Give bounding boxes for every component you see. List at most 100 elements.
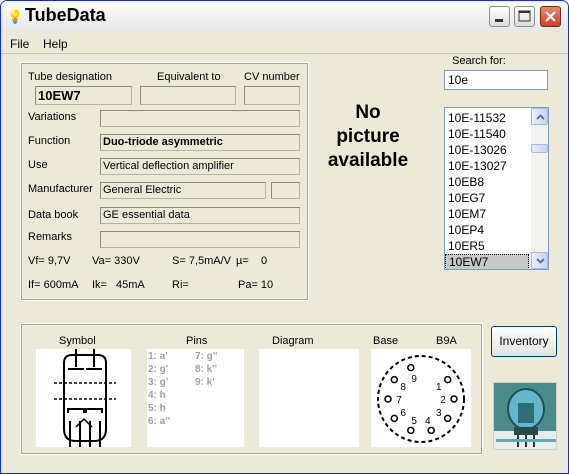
inventory-button[interactable]: Inventory (491, 326, 557, 357)
pin-item: 6: a'' (148, 416, 170, 427)
list-item[interactable]: 10E-11532 (445, 110, 529, 126)
scroll-up-button[interactable] (531, 108, 548, 125)
tube-logo-icon (494, 383, 556, 449)
list-item[interactable]: 10EB8 (445, 174, 529, 190)
lightbulb-icon: 💡 (7, 9, 24, 24)
close-button[interactable] (540, 6, 561, 27)
list-item[interactable]: 10EP4 (445, 222, 529, 238)
close-icon (545, 11, 556, 22)
use-label: Use (28, 159, 48, 171)
pin-item: 8: k'' (195, 364, 217, 375)
base-pinout-icon: 1 2 3456 7 89 (377, 355, 465, 443)
no-picture-text: No picture available (313, 101, 423, 173)
base-pin (407, 426, 415, 435)
ik-value: 45mA (116, 279, 145, 291)
no-picture-line3: available (327, 150, 409, 171)
scroll-thumb[interactable] (531, 144, 548, 153)
main-window: 💡 TubeData File Help Tube designation Eq… (0, 0, 569, 474)
base-box: 1 2 3456 7 89 (371, 349, 471, 447)
remarks-field[interactable] (100, 231, 300, 248)
list-item[interactable]: 10E-13026 (445, 142, 529, 158)
databook-label: Data book (28, 209, 79, 221)
va-value: Va= 330V (92, 255, 140, 267)
list-item[interactable]: 10EM7 (445, 206, 529, 222)
base-pin (443, 414, 452, 423)
pin-item: 3: g' (148, 377, 169, 388)
chevron-down-icon (536, 258, 545, 264)
base-pin-label: 8 (400, 382, 406, 393)
symbol-box (36, 349, 131, 447)
menu-help[interactable]: Help (43, 37, 68, 51)
menu-bar: File Help (1, 33, 568, 54)
mu-value: 0 (261, 255, 268, 267)
manufacturer-extra-field[interactable] (271, 182, 300, 199)
pin-item: 5: h (148, 403, 166, 414)
list-item[interactable]: 10E-13027 (445, 158, 529, 174)
ik-label: Ik= (92, 279, 107, 291)
window-title: TubeData (25, 5, 106, 25)
manufacturer-label: Manufacturer (28, 183, 93, 195)
base-pin (443, 375, 452, 384)
base-pin-label: 6 (400, 408, 406, 419)
title-bar[interactable]: 💡 TubeData (1, 1, 568, 31)
function-label: Function (28, 135, 71, 147)
pin-item: 1: a' (148, 351, 168, 362)
scroll-down-button[interactable] (531, 252, 548, 269)
pin-item: 9: k' (195, 377, 215, 388)
base-pins: 1 2 3456 7 89 (384, 363, 458, 435)
list-scrollbar[interactable] (531, 108, 548, 269)
list-item[interactable]: 10E-11540 (445, 126, 529, 142)
diagram-box (259, 349, 359, 447)
symbol-label: Symbol (59, 335, 96, 347)
list-item[interactable]: 10EG7 (445, 190, 529, 206)
pins-box: 1: a' 2: g' 3: g' 4: h 5: h 6: a'' 7: g'… (147, 349, 244, 447)
mu-label: µ= (236, 255, 249, 267)
base-pin-label: 4 (425, 416, 431, 427)
base-pin (390, 375, 399, 384)
s-value: S= 7,5mA/V (172, 255, 232, 267)
base-pin (390, 414, 399, 423)
chevron-up-icon (536, 114, 545, 120)
pins-label: Pins (186, 335, 208, 347)
search-label: Search for: (452, 55, 506, 67)
tube-designation-field[interactable]: 10EW7 (35, 86, 132, 105)
base-pin (384, 395, 392, 403)
base-type-label: B9A (436, 335, 457, 347)
vf-value: Vf= 9,7V (28, 255, 71, 267)
variations-field[interactable] (100, 110, 300, 127)
base-pin (450, 395, 458, 403)
maximize-icon (518, 10, 531, 22)
base-pin-label: 2 (440, 395, 446, 406)
no-picture-line2: picture (336, 126, 400, 147)
search-input[interactable] (444, 70, 548, 90)
base-pin-label: 3 (436, 408, 442, 419)
base-pin-label: 1 (436, 382, 442, 393)
base-pin (407, 363, 415, 372)
pa-value: Pa= 10 (238, 279, 274, 291)
diagram-label: Diagram (272, 335, 314, 347)
pin-item: 4: h (148, 390, 166, 401)
databook-field[interactable]: GE essential data (100, 207, 300, 224)
minimize-button[interactable] (489, 6, 510, 27)
search-results-list[interactable]: 10E-11532 10E-11540 10E-13026 10E-13027 10EB… (444, 107, 549, 270)
tube-symbol-icon (54, 349, 116, 447)
remarks-label: Remarks (28, 231, 73, 243)
cv-number-field[interactable] (244, 86, 300, 105)
use-field[interactable]: Vertical deflection amplifier (100, 158, 300, 175)
equivalent-label: Equivalent to (157, 71, 221, 83)
base-pin (427, 426, 435, 435)
list-item[interactable]: 10ER5 (445, 238, 529, 254)
menu-file[interactable]: File (10, 37, 29, 51)
manufacturer-field[interactable]: General Electric (100, 182, 266, 199)
if-value: If= 600mA (28, 279, 79, 291)
base-pin-label: 5 (411, 416, 417, 427)
base-pin-label: 9 (411, 374, 417, 385)
function-field[interactable]: Duo-triode asymmetric (100, 134, 300, 151)
pin-item: 7: g'' (195, 351, 218, 362)
list-item[interactable]: 10EW7 (445, 254, 529, 269)
equivalent-field[interactable] (140, 86, 236, 105)
minimize-icon (495, 19, 503, 22)
pin-item: 2: g' (148, 364, 169, 375)
maximize-button[interactable] (514, 6, 535, 27)
cv-number-label: CV number (244, 71, 300, 83)
